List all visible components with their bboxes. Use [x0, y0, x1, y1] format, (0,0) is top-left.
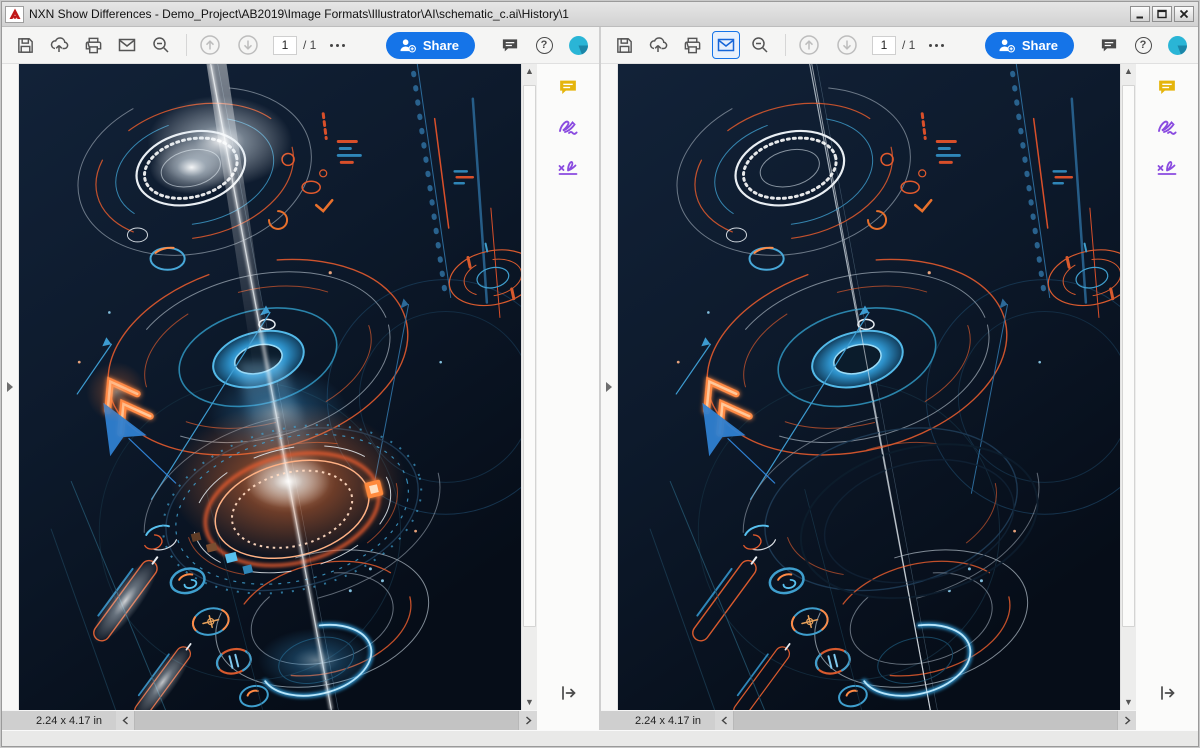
sign-certificate-tool-icon[interactable]	[1155, 153, 1179, 177]
left-toolbar: 1 / 1 Share ?	[2, 27, 599, 64]
sign-certificate-tool-icon[interactable]	[556, 153, 580, 177]
fill-sign-tool-icon[interactable]	[1155, 114, 1179, 138]
status-bar: 2.24 x 4.17 in	[601, 710, 1136, 730]
rail-bottom-gap	[537, 710, 599, 730]
page-down-icon[interactable]	[235, 32, 261, 58]
share-label: Share	[1022, 38, 1058, 53]
horizontal-scrollbar[interactable]	[733, 711, 1118, 730]
save-icon[interactable]	[611, 32, 637, 58]
app-icon	[5, 6, 24, 23]
vertical-scrollbar[interactable]: ▲︎ ▼︎	[521, 64, 537, 710]
scroll-down-icon[interactable]: ▼︎	[522, 695, 537, 710]
page-up-icon[interactable]	[197, 32, 223, 58]
scrollbar-thumb[interactable]	[1122, 85, 1135, 627]
scroll-up-icon[interactable]: ▲︎	[522, 64, 537, 79]
toolbar-separator	[186, 34, 187, 56]
help-icon[interactable]: ?	[1130, 32, 1156, 58]
window-bottom-border	[2, 730, 1198, 746]
page-number-input[interactable]: 1	[872, 36, 896, 55]
fill-sign-tool-icon[interactable]	[556, 114, 580, 138]
chevron-right-icon	[606, 382, 612, 392]
more-options-icon[interactable]	[330, 44, 345, 47]
close-icon[interactable]	[1174, 6, 1194, 22]
right-page-canvas	[618, 64, 1120, 710]
tools-rail	[1136, 64, 1198, 710]
chevron-right-icon	[7, 382, 13, 392]
scroll-down-icon[interactable]: ▼︎	[1121, 695, 1136, 710]
tools-rail	[537, 64, 599, 710]
schematic-artwork-left	[19, 64, 521, 710]
page-up-icon[interactable]	[796, 32, 822, 58]
more-options-icon[interactable]	[929, 44, 944, 47]
nav-pane-toggle[interactable]	[601, 64, 618, 710]
left-page-canvas	[19, 64, 521, 710]
comment-icon[interactable]	[497, 32, 523, 58]
comment-icon[interactable]	[1096, 32, 1122, 58]
share-person-icon	[998, 38, 1015, 53]
scroll-left-icon[interactable]	[715, 711, 733, 730]
share-label: Share	[423, 38, 459, 53]
page-size-label: 2.24 x 4.17 in	[2, 715, 116, 727]
maximize-icon[interactable]	[1152, 6, 1172, 22]
right-toolbar: 1 / 1 Share ?	[601, 27, 1198, 64]
user-avatar[interactable]	[565, 32, 591, 58]
comment-tool-icon[interactable]	[1155, 75, 1179, 99]
expand-tools-icon[interactable]	[556, 681, 580, 705]
scroll-right-icon[interactable]	[519, 711, 537, 730]
left-document-pane: 1 / 1 Share ? ▲︎	[2, 27, 599, 730]
page-total-label: / 1	[902, 38, 915, 52]
print-icon[interactable]	[679, 32, 705, 58]
help-icon[interactable]: ?	[531, 32, 557, 58]
status-bar: 2.24 x 4.17 in	[2, 710, 537, 730]
scroll-left-icon[interactable]	[116, 711, 134, 730]
horizontal-scrollbar[interactable]	[134, 711, 519, 730]
toolbar-separator	[785, 34, 786, 56]
right-document-pane: 1 / 1 Share ? ▲︎	[601, 27, 1198, 730]
zoom-out-icon[interactable]	[148, 32, 174, 58]
app-window: NXN Show Differences - Demo_Project\AB20…	[1, 1, 1199, 747]
schematic-artwork-right	[618, 64, 1120, 710]
comment-tool-icon[interactable]	[556, 75, 580, 99]
expand-tools-icon[interactable]	[1155, 681, 1179, 705]
share-button[interactable]: Share	[386, 32, 475, 59]
email-icon[interactable]	[713, 32, 739, 58]
page-total-label: / 1	[303, 38, 316, 52]
rail-bottom-gap	[1136, 710, 1198, 730]
email-icon[interactable]	[114, 32, 140, 58]
page-down-icon[interactable]	[834, 32, 860, 58]
cloud-upload-icon[interactable]	[46, 32, 72, 58]
save-icon[interactable]	[12, 32, 38, 58]
nav-pane-toggle[interactable]	[2, 64, 19, 710]
titlebar: NXN Show Differences - Demo_Project\AB20…	[2, 2, 1198, 27]
print-icon[interactable]	[80, 32, 106, 58]
window-title: NXN Show Differences - Demo_Project\AB20…	[29, 7, 1130, 21]
minimize-icon[interactable]	[1130, 6, 1150, 22]
scroll-up-icon[interactable]: ▲︎	[1121, 64, 1136, 79]
scroll-right-icon[interactable]	[1118, 711, 1136, 730]
vertical-scrollbar[interactable]: ▲︎ ▼︎	[1120, 64, 1136, 710]
cloud-upload-icon[interactable]	[645, 32, 671, 58]
scrollbar-thumb[interactable]	[523, 85, 536, 627]
share-button[interactable]: Share	[985, 32, 1074, 59]
share-person-icon	[399, 38, 416, 53]
page-size-label: 2.24 x 4.17 in	[601, 715, 715, 727]
zoom-out-icon[interactable]	[747, 32, 773, 58]
user-avatar[interactable]	[1164, 32, 1190, 58]
page-number-input[interactable]: 1	[273, 36, 297, 55]
